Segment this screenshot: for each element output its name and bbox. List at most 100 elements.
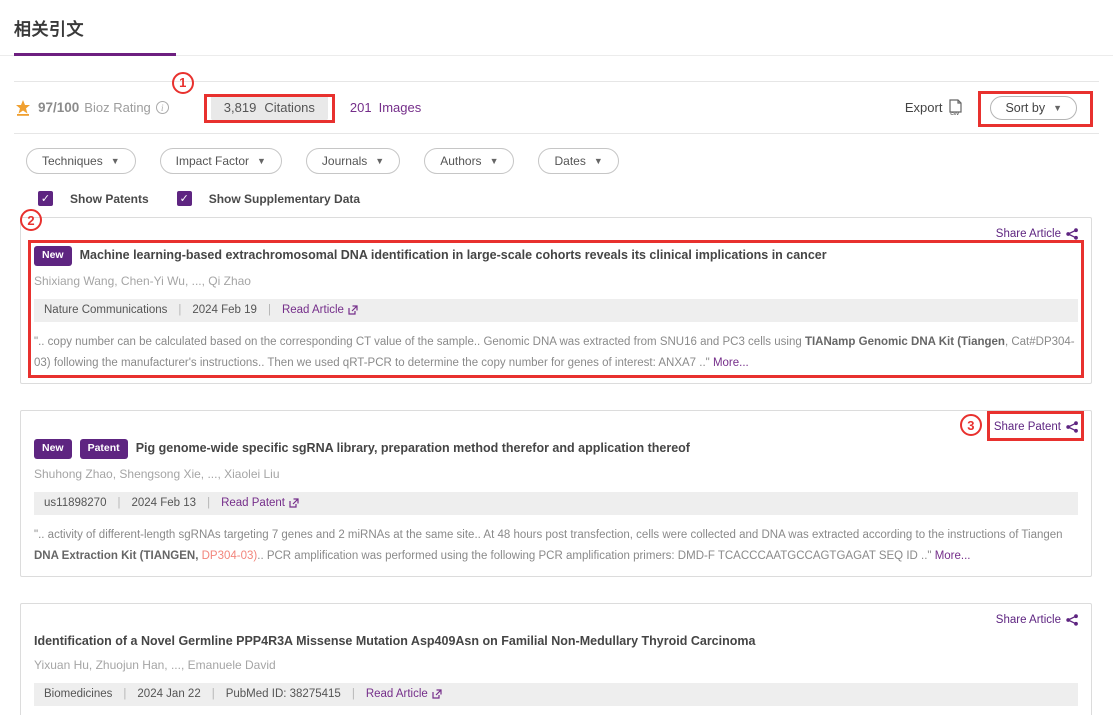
more-link[interactable]: More... xyxy=(935,550,971,562)
svg-text:csv: csv xyxy=(951,111,960,116)
citations-page: 相关引文 97/100 Bioz Rating i 3,819Citations… xyxy=(0,0,1113,715)
share-wrapper: Share Patent 3 xyxy=(994,417,1078,434)
share-wrapper: Share Article xyxy=(996,224,1078,241)
bioz-rating-icon xyxy=(14,99,32,117)
citation-meta-bar: us11898270|2024 Feb 13|Read Patent xyxy=(34,492,1078,515)
info-icon[interactable]: i xyxy=(156,101,169,114)
chevron-down-icon: ▼ xyxy=(1053,103,1062,113)
filter-dropdown-techniques[interactable]: Techniques▼ xyxy=(26,148,136,174)
checkbox-row: ✓Show Patents✓Show Supplementary Data xyxy=(38,191,1113,206)
more-link[interactable]: More... xyxy=(713,357,749,369)
checkbox-show-supplementary-data[interactable]: ✓ Show Supplementary Data xyxy=(177,191,360,206)
filter-dropdown-journals[interactable]: Journals ▼ xyxy=(306,148,400,174)
share-label: Share Article xyxy=(996,228,1061,240)
share-row: Share Article xyxy=(34,610,1078,627)
images-label: Images xyxy=(379,100,422,115)
badge-new: New xyxy=(34,246,72,266)
share-row: Share Patent 3 xyxy=(34,417,1078,434)
meta-separator: | xyxy=(117,497,120,509)
citation-card: Share Article Identification of a Novel … xyxy=(20,603,1092,715)
citation-snippet: ".. activity of different-length sgRNAs … xyxy=(34,525,1078,568)
share-icon xyxy=(1066,421,1078,433)
read-link[interactable]: Read Patent xyxy=(221,497,299,509)
filter-label: Journals xyxy=(322,154,367,168)
read-link[interactable]: Read Article xyxy=(366,688,442,700)
meta-item: 2024 Jan 22 xyxy=(137,688,200,700)
annotation-circle-share: 3 xyxy=(960,414,982,436)
filter-dropdown-authors[interactable]: Authors▼ xyxy=(424,148,514,174)
citation-snippet: ".. copy number can be calculated based … xyxy=(34,332,1078,375)
read-link[interactable]: Read Article xyxy=(282,304,358,316)
export-button[interactable]: Export csv xyxy=(905,99,965,116)
badges: NewPatent xyxy=(34,441,136,455)
chevron-down-icon: ▼ xyxy=(111,156,120,166)
filter-bar: Techniques▼ Impact Factor▼ Journals ▼ Author… xyxy=(26,148,1113,174)
citation-authors: Shuhong Zhao, Shengsong Xie, ..., Xiaole… xyxy=(34,467,1078,481)
citation-list: Share Article New Machine learning-based … xyxy=(20,217,1092,715)
citation-title-row: NewPatentPig genome-wide specific sgRNA … xyxy=(34,440,1078,460)
chevron-down-icon: ▼ xyxy=(257,156,266,166)
meta-separator: | xyxy=(212,688,215,700)
snippet-text: .. PCR amplification was performed using… xyxy=(257,550,934,562)
snippet-text: TIANamp Genomic DNA Kit (Tiangen xyxy=(805,336,1005,348)
citation-card: Share Article New Machine learning-based … xyxy=(20,217,1092,384)
share-link[interactable]: Share Article xyxy=(996,614,1078,626)
chevron-down-icon: ▼ xyxy=(594,156,603,166)
bioz-rating-value: 97/100 xyxy=(38,100,79,115)
meta-separator: | xyxy=(178,304,181,316)
chevron-down-icon: ▼ xyxy=(375,156,384,166)
snippet-text: ".. copy number can be calculated based … xyxy=(34,336,805,348)
share-wrapper: Share Article xyxy=(996,610,1078,627)
citation-card: Share Patent 3 NewPatentPig genome-wide … xyxy=(20,410,1092,577)
external-link-icon xyxy=(348,305,358,315)
meta-item: 2024 Feb 13 xyxy=(131,497,196,509)
share-link[interactable]: Share Article xyxy=(996,228,1078,240)
meta-item: Biomedicines xyxy=(44,688,112,700)
share-label: Share Article xyxy=(996,614,1061,626)
checkbox-show-patents[interactable]: ✓Show Patents xyxy=(38,191,149,206)
tab-images[interactable]: 201 Images xyxy=(350,100,421,115)
tab-citations[interactable]: 3,819Citations xyxy=(211,95,328,120)
citations-tab-wrapper: 3,819Citations 1 xyxy=(211,99,328,117)
share-label: Share Patent xyxy=(994,421,1061,433)
citation-meta-bar: Nature Communications|2024 Feb 19|Read A… xyxy=(34,299,1078,322)
meta-separator: | xyxy=(123,688,126,700)
citation-title: Machine learning-based extrachromosomal … xyxy=(80,248,827,262)
meta-separator: | xyxy=(352,688,355,700)
bioz-rating-label: Bioz Rating xyxy=(84,100,150,115)
filter-dropdown-dates[interactable]: Dates ▼ xyxy=(538,148,618,174)
images-count: 201 xyxy=(350,100,372,115)
toolbar-right: Export csv Sort by ▼ xyxy=(905,96,1099,120)
badge-patent: Patent xyxy=(80,439,128,459)
share-icon xyxy=(1066,228,1078,240)
sort-by-label: Sort by xyxy=(1005,101,1045,115)
citation-title-row: Identification of a Novel Germline PPP4R… xyxy=(34,633,1078,651)
snippet-text: DP304-03) xyxy=(202,550,258,562)
filter-label: Authors xyxy=(440,154,481,168)
share-icon xyxy=(1066,614,1078,626)
csv-file-icon: csv xyxy=(947,99,964,116)
checkbox-checked-icon[interactable]: ✓ xyxy=(38,191,53,206)
external-link-icon xyxy=(432,689,442,699)
checkbox-label: Show Supplementary Data xyxy=(209,192,360,206)
external-link-icon xyxy=(289,498,299,508)
snippet-text: ".. activity of different-length sgRNAs … xyxy=(34,529,1063,541)
filter-label: Dates xyxy=(554,154,585,168)
sort-by-dropdown[interactable]: Sort by ▼ xyxy=(990,96,1077,120)
citation-authors: Yixuan Hu, Zhuojun Han, ..., Emanuele Da… xyxy=(34,658,1078,672)
page-title: 相关引文 xyxy=(0,0,1113,40)
export-label: Export xyxy=(905,100,943,115)
meta-separator: | xyxy=(207,497,210,509)
citation-title: Pig genome-wide specific sgRNA library, … xyxy=(136,441,690,455)
share-link[interactable]: Share Patent xyxy=(994,421,1078,433)
badge-new: New xyxy=(34,439,72,459)
filter-dropdown-impact-factor[interactable]: Impact Factor▼ xyxy=(160,148,282,174)
share-row: Share Article xyxy=(34,224,1078,241)
toolbar-left: 97/100 Bioz Rating i 3,819Citations 1 20… xyxy=(14,99,421,117)
snippet-text: DNA Extraction Kit (TIANGEN, xyxy=(34,550,198,562)
checkbox-checked-icon[interactable]: ✓ xyxy=(177,191,192,206)
toolbar: 97/100 Bioz Rating i 3,819Citations 1 20… xyxy=(14,81,1099,134)
citation-title-row: New Machine learning-based extrachromosom… xyxy=(34,247,1078,267)
citation-title: Identification of a Novel Germline PPP4R… xyxy=(34,634,755,648)
meta-separator: | xyxy=(268,304,271,316)
